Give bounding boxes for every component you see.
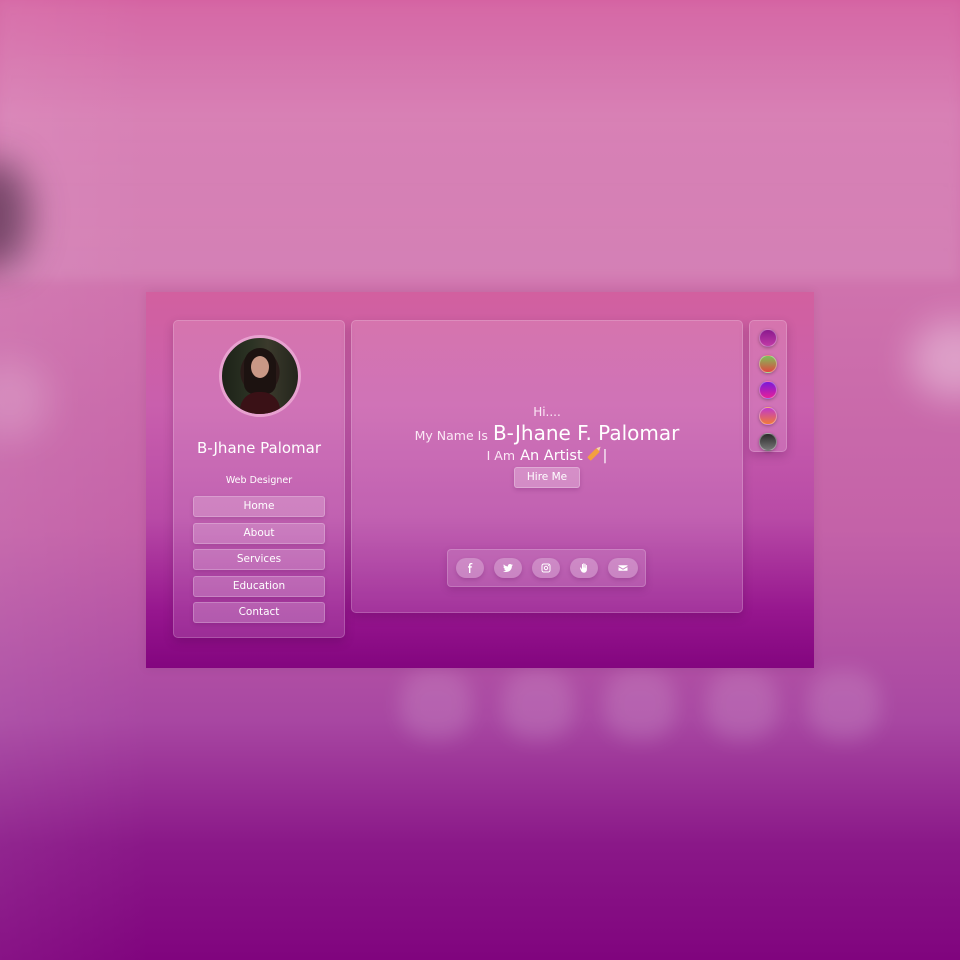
nav-education-button[interactable]: Education — [193, 575, 325, 597]
theme-swatch-1[interactable] — [759, 329, 777, 347]
hero-greeting: Hi.... — [533, 405, 561, 419]
background-blur-shape — [910, 320, 960, 400]
sidebar-nav: Home About Services Education Contact — [193, 496, 325, 629]
hero-panel: Hi.... My Name Is B-Jhane F. Palomar I A… — [351, 320, 743, 613]
social-links — [447, 549, 646, 587]
avatar — [219, 335, 301, 417]
theme-swatch-4[interactable] — [759, 407, 777, 425]
profile-name: B-Jhane Palomar — [196, 439, 322, 457]
portfolio-preview: B-Jhane Palomar Web Designer Home About … — [146, 292, 814, 668]
nav-home-button[interactable]: Home — [193, 496, 325, 517]
profile-sidebar: B-Jhane Palomar Web Designer Home About … — [173, 320, 345, 638]
pencil-icon — [586, 447, 600, 461]
hero-role-prefix: I Am — [486, 448, 515, 463]
background-blurred-icons — [400, 670, 880, 740]
profile-role: Web Designer — [225, 475, 293, 486]
background-left-glow — [0, 0, 150, 960]
hire-me-button[interactable]: Hire Me — [514, 467, 580, 488]
theme-swatch-2[interactable] — [759, 355, 777, 373]
typing-cursor: | — [602, 448, 608, 464]
facebook-icon[interactable] — [455, 558, 484, 578]
theme-swatch-5[interactable] — [759, 433, 777, 451]
hero-text: Hi.... My Name Is B-Jhane F. Palomar I A… — [352, 405, 742, 464]
hero-role: An Artist — [520, 448, 583, 464]
instagram-icon[interactable] — [531, 558, 560, 578]
nav-contact-button[interactable]: Contact — [193, 602, 325, 623]
theme-color-picker — [749, 320, 787, 452]
nav-services-button[interactable]: Services — [193, 549, 325, 570]
hand-icon[interactable] — [569, 558, 598, 578]
envelope-icon[interactable] — [607, 558, 638, 578]
hero-name: B-Jhane F. Palomar — [492, 421, 680, 445]
nav-about-button[interactable]: About — [193, 522, 325, 544]
theme-swatch-3[interactable] — [759, 381, 777, 399]
hero-name-prefix: My Name Is — [414, 428, 488, 443]
twitter-icon[interactable] — [493, 558, 522, 578]
